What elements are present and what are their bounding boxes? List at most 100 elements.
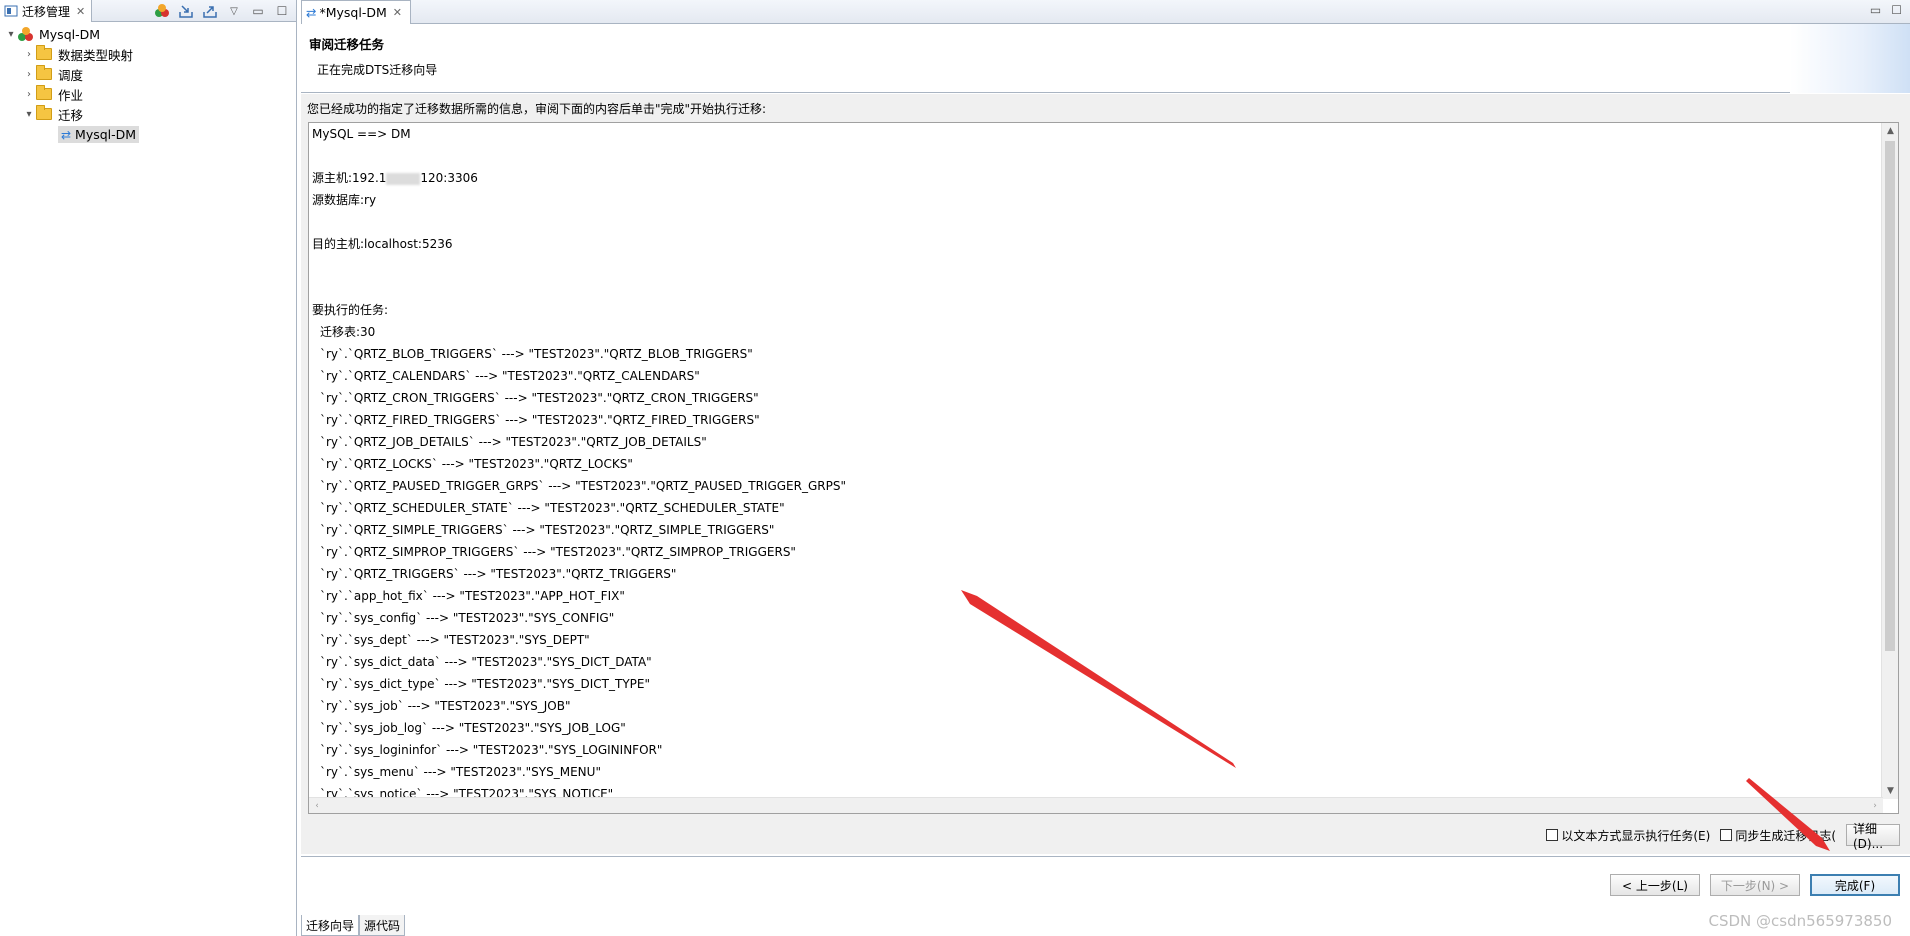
table-mapping: `ry`.`QRTZ_SCHEDULER_STATE` ---> "TEST20… (320, 501, 785, 515)
source-host-prefix: 源主机:192.1 (312, 171, 387, 185)
table-mapping: `ry`.`QRTZ_LOCKS` ---> "TEST2023"."QRTZ_… (320, 457, 633, 471)
editor-window-controls: ▭ ☐ (1870, 3, 1902, 17)
tree-item-label: 作业 (58, 87, 84, 103)
editor-tabbar: ⇄ *Mysql-DM ✕ ▭ ☐ (301, 0, 1910, 24)
separator (301, 856, 1910, 857)
maximize-icon[interactable]: ☐ (1891, 3, 1902, 17)
table-mapping: `ry`.`QRTZ_BLOB_TRIGGERS` ---> "TEST2023… (320, 347, 753, 361)
table-mapping: `ry`.`sys_logininfor` ---> "TEST2023"."S… (320, 743, 663, 757)
tree-item-label: 迁移 (58, 107, 84, 123)
dm-logo-icon[interactable] (154, 3, 170, 19)
table-mapping: `ry`.`QRTZ_JOB_DETAILS` ---> "TEST2023".… (320, 435, 707, 449)
sync-log-label: 同步生成迁移日志( (1735, 828, 1836, 843)
migration-icon: ⇄ (61, 127, 72, 142)
tree-item-label: Mysql-DM (75, 126, 137, 142)
scroll-down-icon[interactable]: ▼ (1882, 783, 1898, 799)
export-icon[interactable] (202, 3, 218, 19)
vertical-scrollbar[interactable]: ▲ ▼ (1881, 123, 1898, 799)
sync-log-checkbox[interactable]: 同步生成迁移日志( (1720, 827, 1836, 844)
editor-tab-mysql-dm[interactable]: ⇄ *Mysql-DM ✕ (301, 0, 411, 24)
scroll-right-icon[interactable]: › (1867, 798, 1883, 813)
chevron-down-icon[interactable]: ▾ (4, 29, 18, 40)
chevron-right-icon[interactable]: › (22, 89, 36, 100)
maximize-icon[interactable]: ☐ (274, 3, 290, 19)
tree-item-label: 调度 (58, 67, 84, 83)
folder-icon (36, 85, 52, 100)
target-host: 目的主机:localhost:5236 (312, 237, 453, 251)
tree-root-mysql-dm[interactable]: ▾ Mysql-DM (0, 24, 296, 44)
checkbox-box[interactable] (1720, 829, 1733, 841)
tree-item-migration[interactable]: ▾ 迁移 (0, 104, 296, 124)
migration-icon: ⇄ (306, 5, 317, 20)
prev-button[interactable]: < 上一步(L) (1610, 874, 1700, 896)
view-tab-migration-management[interactable]: 迁移管理 ✕ (0, 0, 92, 22)
tab-migration-wizard[interactable]: 迁移向导 (301, 915, 360, 936)
horizontal-scrollbar[interactable]: ‹ › (309, 797, 1883, 813)
table-mapping: `ry`.`QRTZ_CRON_TRIGGERS` ---> "TEST2023… (320, 391, 759, 405)
migration-editor: ⇄ *Mysql-DM ✕ ▭ ☐ 审阅迁移任务 正在完成DTS迁移向导 您已经… (301, 0, 1910, 936)
tree-root-label: Mysql-DM (39, 26, 101, 42)
migration-management-panel: 迁移管理 ✕ ▽ ▭ ☐ ▾ Mysql-DM › 数据类型映射 › 调度 › … (0, 0, 297, 936)
table-mapping: `ry`.`sys_dept` ---> "TEST2023"."SYS_DEP… (320, 633, 590, 647)
minimize-icon[interactable]: ▭ (1870, 3, 1881, 17)
redacted-ip (386, 172, 421, 185)
view-menu-icon[interactable]: ▽ (226, 3, 242, 19)
close-icon[interactable]: ✕ (76, 5, 85, 18)
tree-item-schedule[interactable]: › 调度 (0, 64, 296, 84)
chevron-right-icon[interactable]: › (22, 69, 36, 80)
migration-view-icon (4, 4, 18, 18)
migration-tree: ▾ Mysql-DM › 数据类型映射 › 调度 › 作业 ▾ 迁移 ⇄ Mys… (0, 22, 296, 144)
view-tabbar: 迁移管理 ✕ ▽ ▭ ☐ (0, 0, 296, 22)
wizard-banner-image (1790, 24, 1910, 93)
wizard-description: 正在完成DTS迁移向导 (317, 63, 438, 77)
tree-item-migration-mysql-dm[interactable]: ⇄ Mysql-DM (0, 124, 296, 144)
minimize-icon[interactable]: ▭ (250, 3, 266, 19)
wizard-header: 审阅迁移任务 正在完成DTS迁移向导 (301, 24, 1910, 93)
source-db: 源数据库:ry (312, 193, 377, 207)
tables-count: 迁移表:30 (320, 325, 376, 339)
folder-icon (36, 65, 52, 80)
table-mapping: `ry`.`QRTZ_CALENDARS` ---> "TEST2023"."Q… (320, 369, 700, 383)
summary-textbox[interactable]: MySQL ==> DM 源主机:192.1 120:3306 源数据库:ry 目… (308, 122, 1899, 814)
wizard-title: 审阅迁移任务 (309, 37, 385, 52)
finish-button[interactable]: 完成(F) (1810, 874, 1900, 896)
details-button[interactable]: 详细(D)... (1846, 822, 1900, 851)
text-mode-checkbox[interactable]: 以文本方式显示执行任务(E) (1546, 827, 1710, 844)
source-host-suffix: 120:3306 (420, 171, 478, 185)
import-icon[interactable] (178, 3, 194, 19)
scroll-up-icon[interactable]: ▲ (1882, 123, 1898, 139)
summary-content: MySQL ==> DM 源主机:192.1 120:3306 源数据库:ry 目… (312, 123, 846, 805)
summary-header: MySQL ==> DM (312, 127, 411, 141)
tab-source-code[interactable]: 源代码 (359, 915, 406, 936)
chevron-down-icon[interactable]: ▾ (22, 109, 36, 120)
folder-icon (36, 45, 52, 60)
view-tab-label: 迁移管理 (22, 4, 71, 19)
wizard-nav: < 上一步(L) 下一步(N) > 完成(F) (1610, 874, 1900, 896)
tree-item-type-mapping[interactable]: › 数据类型映射 (0, 44, 296, 64)
table-mapping: `ry`.`sys_menu` ---> "TEST2023"."SYS_MEN… (320, 765, 601, 779)
options-row: 以文本方式显示执行任务(E) 同步生成迁移日志( 详细(D)... (1546, 822, 1900, 851)
table-mapping: `ry`.`app_hot_fix` ---> "TEST2023"."APP_… (320, 589, 625, 603)
tree-item-label: 数据类型映射 (58, 47, 134, 63)
next-button[interactable]: 下一步(N) > (1710, 874, 1800, 896)
watermark: CSDN @csdn565973850 (1708, 912, 1892, 930)
text-mode-label: 以文本方式显示执行任务(E) (1561, 828, 1711, 843)
open-folder-icon (36, 105, 52, 120)
close-icon[interactable]: ✕ (393, 6, 402, 19)
view-toolbar: ▽ ▭ ☐ (154, 2, 290, 20)
intro-text: 您已经成功的指定了迁移数据所需的信息，审阅下面的内容后单击"完成"开始执行迁移: (307, 102, 767, 116)
scroll-left-icon[interactable]: ‹ (309, 798, 325, 813)
tree-item-jobs[interactable]: › 作业 (0, 84, 296, 104)
table-mapping: `ry`.`QRTZ_SIMPROP_TRIGGERS` ---> "TEST2… (320, 545, 796, 559)
selected-item: ⇄ Mysql-DM (58, 125, 140, 143)
scrollbar-thumb[interactable] (1885, 141, 1895, 651)
table-mapping: `ry`.`sys_job` ---> "TEST2023"."SYS_JOB" (320, 699, 571, 713)
table-mapping: `ry`.`sys_config` ---> "TEST2023"."SYS_C… (320, 611, 615, 625)
checkbox-box[interactable] (1546, 829, 1559, 841)
table-mapping: `ry`.`QRTZ_TRIGGERS` ---> "TEST2023"."QR… (320, 567, 677, 581)
chevron-right-icon[interactable]: › (22, 49, 36, 60)
